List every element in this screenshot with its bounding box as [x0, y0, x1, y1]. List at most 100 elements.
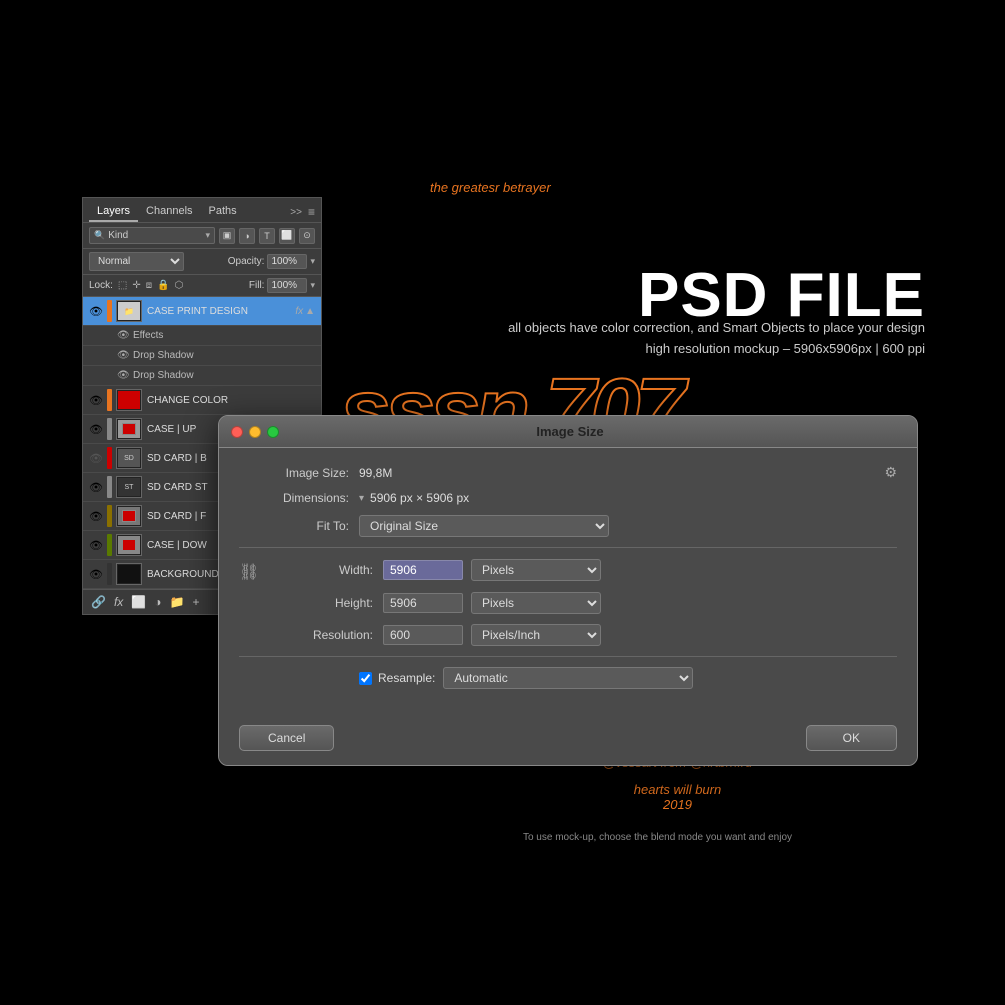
panel-menu-icon[interactable]: ≡	[308, 205, 315, 219]
link-chain-icon[interactable]: ⛓	[239, 562, 259, 582]
layer-changecolor-thumb	[116, 389, 142, 411]
image-size-value: 99,8M	[359, 466, 392, 480]
layer-casedow-thumb	[116, 534, 142, 556]
layer-sdcardf-eye[interactable]: 👁	[89, 509, 103, 523]
ok-button[interactable]: OK	[806, 725, 897, 751]
adjustment-layer-icon[interactable]: ◑	[154, 595, 161, 609]
dialog-body: Image Size: 99,8M ⚙ Dimensions: ▾ 5906 p…	[219, 448, 917, 715]
layer-item-case-print-design[interactable]: 👁 📁 CASE PRINT DESIGN fx ▲	[83, 297, 321, 326]
lock-label: Lock:	[89, 280, 113, 291]
tab-channels[interactable]: Channels	[138, 202, 200, 222]
link-layers-icon[interactable]: 🔗	[91, 595, 106, 609]
footer-album: hearts will burn	[430, 782, 925, 797]
lock-fill-row: Lock: ⬚ ✛ ⧈ 🔒 ⬡ Fill: ▾	[83, 275, 321, 297]
layer-bg-bar	[107, 563, 112, 585]
layer-casedow-eye[interactable]: 👁	[89, 538, 103, 552]
footer-note: To use mock-up, choose the blend mode yo…	[390, 832, 925, 843]
type-filter-icon[interactable]: T	[259, 228, 275, 244]
layer-visibility-icon[interactable]: 👁	[89, 304, 103, 318]
layer-caseup-eye[interactable]: 👁	[89, 422, 103, 436]
layer-sdcardb-thumb: SD	[116, 447, 142, 469]
layer-color-indicator	[107, 300, 112, 322]
lock-artboard-icon[interactable]: ⧈	[146, 280, 152, 291]
layers-tabs: Layers Channels Paths >> ≡	[83, 198, 321, 223]
image-size-row: Image Size: 99,8M ⚙	[239, 464, 897, 481]
cancel-button[interactable]: Cancel	[239, 725, 334, 751]
adjustment-filter-icon[interactable]: ◑	[239, 228, 255, 244]
panel-arrows-icon[interactable]: >>	[290, 207, 302, 218]
layer-bg-eye[interactable]: 👁	[89, 567, 103, 581]
new-group-icon[interactable]: 📁	[170, 595, 185, 609]
resolution-input[interactable]	[383, 625, 463, 645]
fx-icon[interactable]: fx	[114, 595, 123, 609]
resolution-unit-select[interactable]: Pixels/Inch Pixels/Centimeter	[471, 624, 601, 646]
fill-arrow-icon: ▾	[310, 280, 315, 291]
image-size-dialog: Image Size Image Size: 99,8M ⚙ Dimension…	[218, 415, 918, 766]
pixel-filter-icon[interactable]: ▣	[219, 228, 235, 244]
height-row: Height: Pixels Inches Centimeters	[239, 592, 897, 614]
layer-expand-icon[interactable]: ▲	[305, 306, 315, 317]
resample-checkbox[interactable]	[359, 672, 372, 685]
width-row: ⛓ Width: Pixels Inches Centimeters	[239, 558, 897, 582]
lock-all-icon[interactable]: ⬡	[175, 280, 184, 291]
dimensions-arrow-icon[interactable]: ▾	[359, 493, 364, 504]
layer-sdcardf-bar	[107, 505, 112, 527]
height-unit-select[interactable]: Pixels Inches Centimeters	[471, 592, 601, 614]
sublayer-drop-shadow-2[interactable]: 👁 Drop Shadow	[83, 366, 321, 386]
smartobj-filter-icon[interactable]: ⊙	[299, 228, 315, 244]
opacity-input[interactable]	[267, 254, 307, 269]
layer-changecolor-name: CHANGE COLOR	[147, 395, 315, 406]
tab-paths[interactable]: Paths	[201, 202, 245, 222]
dimensions-row: Dimensions: ▾ 5906 px × 5906 px	[239, 491, 897, 505]
layer-sdcardb-eye[interactable]: 👁	[89, 451, 103, 465]
sublayer-dropshadow1-icon[interactable]: 👁	[117, 350, 129, 362]
lock-move-icon[interactable]: ✛	[132, 280, 140, 291]
shape-filter-icon[interactable]: ⬜	[279, 228, 295, 244]
width-unit-select[interactable]: Pixels Inches Centimeters	[471, 559, 601, 581]
dialog-separator-2	[239, 656, 897, 657]
layer-changecolor-eye[interactable]: 👁	[89, 393, 103, 407]
resolution-row: Resolution: Pixels/Inch Pixels/Centimete…	[239, 624, 897, 646]
blend-mode-select[interactable]: Normal	[89, 252, 184, 271]
sublayer-name: Effects	[133, 330, 163, 341]
layer-item-change-color[interactable]: 👁 CHANGE COLOR	[83, 386, 321, 415]
fit-to-select[interactable]: Original Size Custom	[359, 515, 609, 537]
fit-to-row: Fit To: Original Size Custom	[239, 515, 897, 537]
fill-label: Fill:	[249, 280, 265, 291]
layer-bg-thumb	[116, 563, 142, 585]
layer-sdcardst-eye[interactable]: 👁	[89, 480, 103, 494]
sublayer-effects[interactable]: 👁 Effects	[83, 326, 321, 346]
footer-year: 2019	[430, 797, 925, 812]
sublayer-drop-shadow-1[interactable]: 👁 Drop Shadow	[83, 346, 321, 366]
sublayer-visibility-icon[interactable]: 👁	[117, 330, 129, 342]
layer-casedow-bar	[107, 534, 112, 556]
height-label: Height:	[263, 596, 383, 610]
width-input[interactable]	[383, 560, 463, 580]
dialog-buttons: Cancel OK	[219, 715, 917, 765]
resample-select[interactable]: Automatic Preserve Details Bicubic	[443, 667, 693, 689]
kind-label: Kind	[108, 230, 128, 241]
sublayer-dropshadow2-icon[interactable]: 👁	[117, 370, 129, 382]
page-title: the greatesr betrayer	[430, 180, 551, 195]
width-label: Width:	[263, 563, 383, 577]
tab-layers[interactable]: Layers	[89, 202, 138, 222]
new-layer-icon[interactable]: +	[192, 595, 199, 609]
image-size-label: Image Size:	[239, 466, 359, 480]
height-input[interactable]	[383, 593, 463, 613]
mask-icon[interactable]: ⬜	[131, 595, 146, 609]
layer-sdcardf-thumb	[116, 505, 142, 527]
layer-fx-label: fx	[295, 306, 303, 317]
opacity-arrow-icon: ▾	[310, 256, 315, 267]
resample-label: Resample:	[378, 671, 435, 685]
lock-transparent-icon[interactable]: ⬚	[118, 280, 127, 291]
lock-position-icon[interactable]: 🔒	[157, 280, 169, 291]
fill-input[interactable]	[267, 278, 307, 293]
layer-sdcardb-bar	[107, 447, 112, 469]
kind-search[interactable]: 🔍 Kind ▾	[89, 227, 215, 244]
dialog-title: Image Size	[235, 424, 905, 439]
gear-icon[interactable]: ⚙	[884, 464, 897, 481]
layers-toolbar: 🔍 Kind ▾ ▣ ◑ T ⬜ ⊙	[83, 223, 321, 249]
kind-arrow-icon: ▾	[205, 230, 210, 241]
dimensions-value: 5906 px × 5906 px	[370, 491, 469, 505]
opacity-label: Opacity:	[228, 256, 265, 267]
